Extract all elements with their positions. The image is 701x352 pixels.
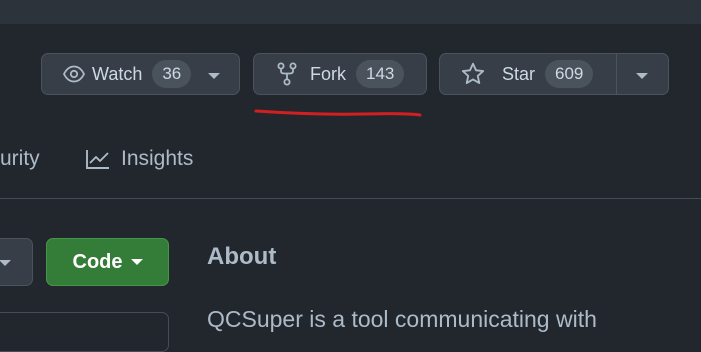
file-list-box: [0, 312, 169, 352]
code-button-label: Code: [72, 250, 123, 273]
tab-divider: [0, 198, 701, 199]
red-annotation-underline: [254, 109, 422, 117]
about-description: QCSuper is a tool communicating with: [207, 306, 597, 332]
window-top-bar: [0, 0, 701, 24]
star-button[interactable]: Star 609: [439, 53, 669, 95]
chevron-down-icon: [0, 260, 11, 266]
tab-insights-label: Insights: [121, 147, 194, 170]
code-button[interactable]: Code: [46, 238, 169, 286]
watch-count: 36: [152, 60, 192, 88]
fork-button[interactable]: Fork 143: [253, 53, 427, 95]
chevron-down-icon[interactable]: [208, 73, 220, 79]
chevron-down-icon: [130, 259, 143, 265]
star-icon: [460, 61, 486, 87]
watch-label: Watch: [92, 63, 143, 84]
button-divider: [616, 54, 617, 94]
branch-select-button[interactable]: [0, 238, 33, 286]
tab-security-label: urity: [0, 147, 40, 170]
fork-count: 143: [356, 60, 405, 88]
star-label: Star: [502, 63, 536, 84]
watch-button[interactable]: Watch 36: [41, 53, 240, 95]
chevron-down-icon[interactable]: [636, 73, 648, 79]
eye-icon: [62, 62, 86, 86]
tab-insights[interactable]: Insights: [85, 147, 193, 171]
tab-security[interactable]: urity: [0, 147, 40, 171]
star-count: 609: [545, 60, 594, 88]
fork-label: Fork: [310, 63, 346, 84]
about-title: About: [207, 243, 277, 270]
repo-forked-icon: [276, 62, 298, 86]
graph-icon: [85, 148, 111, 170]
